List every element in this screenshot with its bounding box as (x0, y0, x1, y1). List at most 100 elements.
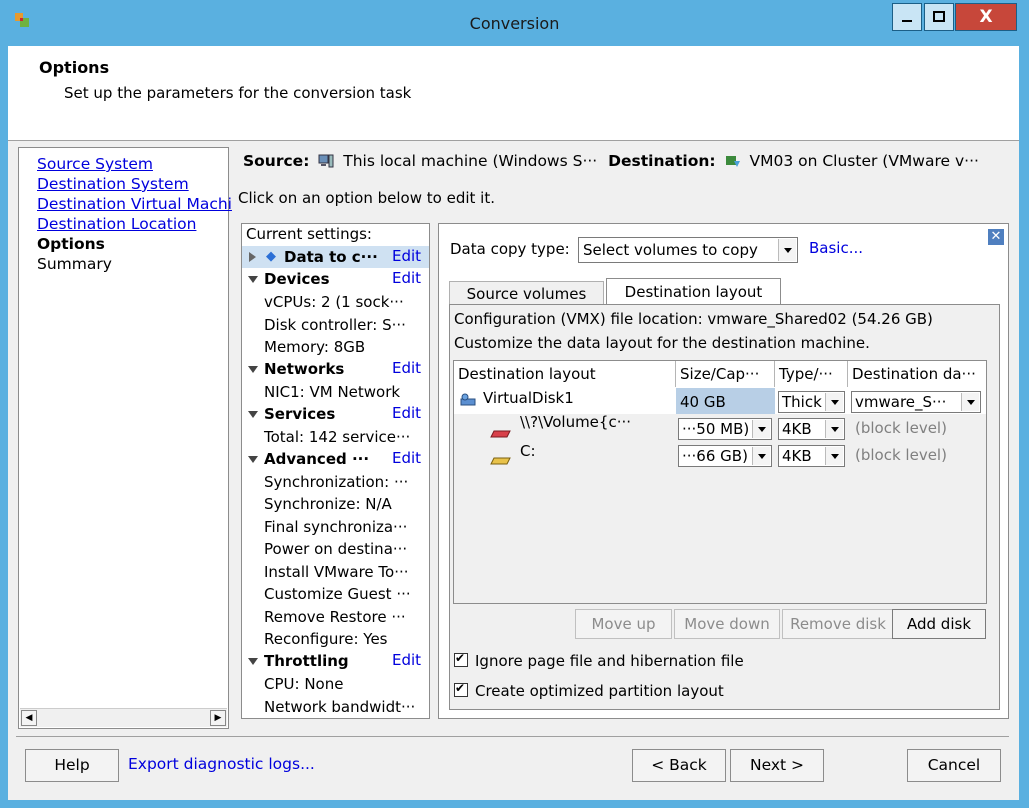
move-down-button[interactable]: Move down (674, 609, 780, 639)
current-settings-panel: Current settings: ◆ Data to c··· Edit De… (241, 223, 430, 719)
setting-item: NIC1: VM Network (264, 383, 401, 401)
nav-horizontal-scrollbar[interactable]: ◀ ▶ (20, 708, 227, 727)
copy-level: (block level) (855, 419, 947, 437)
window-title: Conversion (469, 14, 560, 33)
optimized-partition-checkbox[interactable]: Create optimized partition layout (454, 681, 724, 700)
setting-group-throttling[interactable]: Throttling Edit (242, 650, 429, 672)
setting-item: Total: 142 service··· (264, 428, 411, 446)
move-up-button[interactable]: Move up (575, 609, 672, 639)
setting-item: CPU: None (264, 675, 344, 693)
advanced-label: Advanced ··· (264, 450, 370, 468)
setting-item: Synchronization: ··· (264, 473, 409, 491)
wizard-step-nav: Source System Destination System Destina… (18, 147, 232, 729)
nav-step-source-system[interactable]: Source System (37, 155, 153, 173)
next-button[interactable]: Next > (730, 749, 824, 782)
setting-group-services[interactable]: Services Edit (242, 403, 429, 425)
help-button[interactable]: Help (25, 749, 119, 782)
collapse-arrow-icon (248, 411, 258, 418)
column-type[interactable]: Type/··· (775, 361, 848, 387)
cluster-size-select[interactable]: 4KB (778, 418, 845, 440)
checkbox-checked-icon (454, 681, 468, 697)
nav-step-destination-location[interactable]: Destination Location (37, 215, 196, 233)
minimize-button[interactable] (892, 3, 922, 31)
minimize-icon (902, 20, 912, 22)
setting-group-advanced[interactable]: Advanced ··· Edit (242, 448, 429, 470)
destination-layout-grid: Destination layout Size/Cap··· Type/··· … (453, 360, 987, 604)
back-button[interactable]: < Back (632, 749, 726, 782)
maximize-button[interactable] (924, 3, 954, 31)
cluster-size-select[interactable]: 4KB (778, 445, 845, 467)
config-file-location: Configuration (VMX) file location: vmwar… (454, 310, 933, 328)
tab-source-volumes[interactable]: Source volumes (449, 281, 604, 305)
add-disk-button[interactable]: Add disk (892, 609, 986, 639)
source-value: This local machine (Windows S··· (343, 152, 598, 170)
table-row[interactable]: \\?\Volume{c··· ···50 MB) 4KB (block lev… (454, 413, 986, 443)
close-icon: X (979, 7, 993, 27)
cancel-button[interactable]: Cancel (907, 749, 1001, 782)
nav-step-destination-system[interactable]: Destination System (37, 175, 189, 193)
setting-item: Reconfigure: Yes (264, 630, 388, 648)
setting-item: Install VMware To··· (264, 563, 409, 581)
title-bar[interactable]: Conversion X (0, 0, 1029, 46)
disk-size-value: 40 GB (680, 393, 726, 411)
nav-step-destination-vm[interactable]: Destination Virtual Machi (37, 195, 232, 213)
tab-destination-layout[interactable]: Destination layout (606, 278, 781, 305)
setting-item: Disk controller: S··· (264, 316, 406, 334)
volume-size-select[interactable]: ···66 GB) (678, 445, 772, 467)
edit-advanced-link[interactable]: Edit (392, 449, 421, 467)
networks-label: Networks (264, 360, 345, 378)
setting-item: Memory: 8GB (264, 338, 366, 356)
column-destination-layout[interactable]: Destination layout (454, 361, 676, 387)
ignore-pagefile-checkbox[interactable]: Ignore page file and hibernation file (454, 651, 744, 670)
close-panel-icon[interactable]: ✕ (988, 229, 1004, 245)
disk-type-select[interactable]: Thick (778, 391, 845, 413)
maximize-icon (933, 11, 945, 22)
data-copy-type-label: Data copy type: (450, 240, 570, 258)
throttling-label: Throttling (264, 652, 349, 670)
collapse-arrow-icon (248, 366, 258, 373)
scroll-right-icon[interactable]: ▶ (210, 710, 226, 726)
edit-hint: Click on an option below to edit it. (238, 189, 495, 207)
setting-data-to-copy[interactable]: ◆ Data to c··· Edit (242, 246, 429, 268)
column-size-capacity[interactable]: Size/Cap··· (676, 361, 775, 387)
optimized-partition-label: Create optimized partition layout (475, 682, 724, 700)
volume-size-select[interactable]: ···50 MB) (678, 418, 772, 440)
setting-item: Remove Restore ··· (264, 608, 406, 626)
volume-yellow-icon (490, 452, 512, 470)
setting-item: Power on destina··· (264, 540, 408, 558)
disk-type-value: Thick (782, 393, 822, 411)
cluster-size-value: 4KB (782, 447, 812, 465)
edit-networks-link[interactable]: Edit (392, 359, 421, 377)
chevron-down-icon (825, 393, 843, 411)
computer-icon (318, 154, 334, 168)
grid-header: Destination layout Size/Cap··· Type/··· … (454, 361, 986, 389)
edit-throttling-link[interactable]: Edit (392, 651, 421, 669)
volume-red-icon (490, 425, 512, 443)
edit-data-to-copy-link[interactable]: Edit (392, 247, 421, 265)
datastore-select[interactable]: vmware_S··· (851, 391, 981, 413)
column-destination-datastore[interactable]: Destination da··· (848, 361, 986, 387)
edit-devices-link[interactable]: Edit (392, 269, 421, 287)
edit-services-link[interactable]: Edit (392, 404, 421, 422)
table-row[interactable]: VirtualDisk1 40 GB Thick vmware_S··· (454, 388, 986, 414)
remove-disk-button[interactable]: Remove disk (782, 609, 894, 639)
setting-item: Final synchroniza··· (264, 518, 408, 536)
checkbox-checked-icon (454, 651, 468, 667)
chevron-down-icon (778, 239, 796, 261)
chevron-down-icon (825, 420, 843, 438)
chevron-down-icon (961, 393, 979, 411)
scroll-left-icon[interactable]: ◀ (21, 710, 37, 726)
cluster-size-value: 4KB (782, 420, 812, 438)
close-button[interactable]: X (955, 3, 1017, 31)
setting-item: Customize Guest ··· (264, 585, 411, 603)
data-copy-type-select[interactable]: Select volumes to copy (578, 237, 798, 263)
export-diagnostic-logs-link[interactable]: Export diagnostic logs... (128, 755, 315, 773)
collapse-arrow-icon (248, 456, 258, 463)
services-label: Services (264, 405, 336, 423)
basic-view-link[interactable]: Basic... (809, 239, 863, 257)
chevron-down-icon (752, 420, 770, 438)
table-row[interactable]: C: ···66 GB) 4KB (block level) (454, 442, 986, 470)
setting-group-devices[interactable]: Devices Edit (242, 268, 429, 290)
setting-group-networks[interactable]: Networks Edit (242, 358, 429, 380)
disk-size-cell[interactable]: 40 GB (676, 388, 775, 414)
